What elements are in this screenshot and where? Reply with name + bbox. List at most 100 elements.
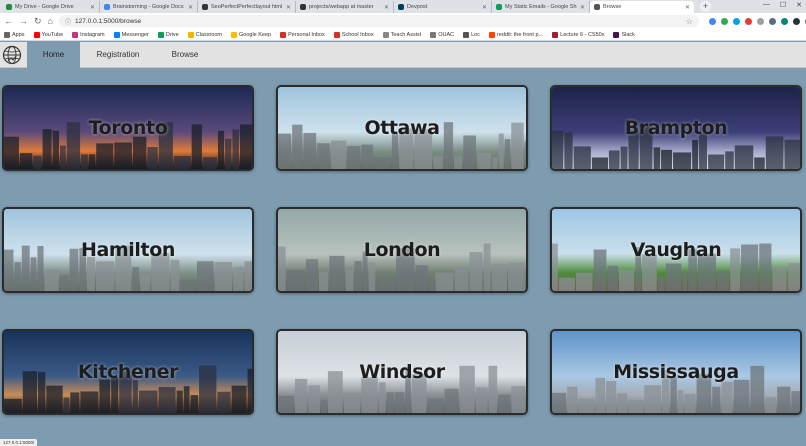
- city-name: Toronto: [88, 117, 168, 139]
- tab-close-icon[interactable]: ✕: [286, 4, 291, 11]
- city-name: Windsor: [359, 361, 445, 383]
- browser-tab-strip: My Drive - Google Drive ✕ Brainstorming -…: [0, 0, 806, 13]
- city-card-ottawa[interactable]: Ottawa: [276, 85, 528, 171]
- city-name: Vaughan: [630, 239, 722, 261]
- browser-status-bar: 127.0.0.1:5000/: [0, 439, 38, 446]
- city-name: Mississauga: [613, 361, 739, 383]
- bookmark-teach-assist[interactable]: Teach Assist: [382, 31, 421, 38]
- bookmark-cs50[interactable]: Lecture 6 - CS50x: [552, 31, 604, 38]
- bookmark-youtube[interactable]: YouTube: [33, 31, 63, 38]
- city-card-mississauga[interactable]: Mississauga: [550, 329, 802, 415]
- city-card-london[interactable]: London: [276, 207, 528, 293]
- tab-favicon-icon: [300, 4, 306, 10]
- city-name: London: [363, 239, 441, 261]
- tab-title: My Drive - Google Drive: [15, 4, 74, 10]
- youtube-icon: [33, 31, 40, 38]
- city-card-kitchener[interactable]: Kitchener: [2, 329, 254, 415]
- gmail-icon: [280, 31, 287, 38]
- browser-tab-active[interactable]: Browse ✕: [590, 1, 694, 13]
- browser-tab[interactable]: My Static Emails - Google Sh ✕: [492, 1, 590, 13]
- tab-close-icon[interactable]: ✕: [482, 4, 487, 11]
- bookmark-reddit[interactable]: reddit: the front p...: [488, 31, 543, 38]
- nav-link-home[interactable]: Home: [27, 42, 80, 68]
- nav-link-browse[interactable]: Browse: [160, 42, 210, 68]
- bookmark-slack[interactable]: Slack: [613, 31, 635, 38]
- bookmark-loc[interactable]: Loc: [463, 31, 480, 38]
- tab-favicon-icon: [6, 4, 12, 10]
- bookmark-drive[interactable]: Drive: [157, 31, 179, 38]
- site-navbar: Home Registration Browse: [0, 42, 806, 68]
- extension-icon[interactable]: [732, 17, 740, 25]
- bookmark-google-keep[interactable]: Google Keep: [231, 31, 271, 38]
- tab-favicon-icon: [104, 4, 110, 10]
- bookmark-instagram[interactable]: Instagram: [72, 31, 105, 38]
- apps-grid-icon: [4, 31, 10, 38]
- back-arrow-icon[interactable]: ←: [4, 15, 13, 27]
- extension-icon[interactable]: [792, 17, 800, 25]
- address-bar[interactable]: ⓘ 127.0.0.1:5000/browse ☆: [58, 15, 699, 27]
- tab-title: My Static Emails - Google Sh: [505, 4, 577, 10]
- tab-favicon-icon: [496, 4, 502, 10]
- globe-icon: [430, 31, 437, 38]
- drive-icon: [157, 31, 164, 38]
- browser-tab[interactable]: Brainstorming - Google Docs ✕: [100, 1, 198, 13]
- reload-icon[interactable]: ↻: [34, 15, 42, 27]
- browser-tab[interactable]: My Drive - Google Drive ✕: [2, 1, 100, 13]
- tab-close-icon[interactable]: ✕: [384, 4, 389, 11]
- maximize-icon[interactable]: ☐: [780, 1, 786, 9]
- extension-icon[interactable]: [756, 17, 764, 25]
- bookmark-star-icon[interactable]: ☆: [686, 17, 693, 26]
- browser-tab[interactable]: projects/webapp at master ✕: [296, 1, 394, 13]
- extension-icon[interactable]: [780, 17, 788, 25]
- browser-tab[interactable]: SeoPerfectPerfectlayout html ✕: [198, 1, 296, 13]
- city-name: Hamilton: [80, 239, 175, 261]
- forward-arrow-icon[interactable]: →: [19, 15, 28, 27]
- bookmark-classroom[interactable]: Classroom: [187, 31, 222, 38]
- instagram-icon: [72, 31, 79, 38]
- tab-title: Devpost: [407, 4, 428, 10]
- city-card-brampton[interactable]: Brampton: [550, 85, 802, 171]
- extension-icon[interactable]: [744, 17, 752, 25]
- extension-icon[interactable]: [768, 17, 776, 25]
- browser-toolbar: ← → ↻ ⌂ ⓘ 127.0.0.1:5000/browse ☆ ⋮: [0, 13, 806, 29]
- tab-favicon-icon: [398, 4, 404, 10]
- tab-favicon-icon: [594, 4, 600, 10]
- tab-close-icon[interactable]: ✕: [580, 4, 585, 11]
- extension-icon[interactable]: [720, 17, 728, 25]
- classroom-icon: [187, 31, 194, 38]
- tab-close-icon[interactable]: ✕: [188, 4, 193, 11]
- page-icon: [382, 31, 389, 38]
- keep-icon: [231, 31, 237, 38]
- city-card-windsor[interactable]: Windsor: [276, 329, 528, 415]
- bookmark-school-inbox[interactable]: School Inbox: [333, 31, 374, 38]
- city-card-hamilton[interactable]: Hamilton: [2, 207, 254, 293]
- home-icon[interactable]: ⌂: [48, 15, 53, 27]
- tab-title: SeoPerfectPerfectlayout html: [211, 4, 283, 10]
- new-tab-icon[interactable]: +: [700, 1, 711, 12]
- city-card-vaughan[interactable]: Vaughan: [550, 207, 802, 293]
- gmail-icon: [333, 31, 340, 38]
- tab-close-icon[interactable]: ✕: [685, 4, 690, 11]
- window-close-icon[interactable]: ✕: [796, 1, 802, 9]
- address-url[interactable]: 127.0.0.1:5000/browse: [75, 18, 682, 25]
- bookmark-personal-inbox[interactable]: Personal Inbox: [280, 31, 325, 38]
- tab-close-icon[interactable]: ✕: [90, 4, 95, 11]
- tab-title: projects/webapp at master: [309, 4, 374, 10]
- city-name: Kitchener: [77, 361, 179, 383]
- tab-title: Brainstorming - Google Docs: [113, 4, 184, 10]
- bookmark-messenger[interactable]: Messenger: [113, 31, 149, 38]
- bookmarks-bar: Apps YouTube Instagram Messenger Drive C…: [0, 29, 806, 41]
- bookmark-ouac[interactable]: OUAC: [430, 31, 454, 38]
- tab-favicon-icon: [202, 4, 208, 10]
- extension-icon[interactable]: [708, 17, 716, 25]
- site-info-icon[interactable]: ⓘ: [65, 17, 71, 26]
- browser-tab[interactable]: Devpost ✕: [394, 1, 492, 13]
- nav-link-registration[interactable]: Registration: [88, 42, 148, 68]
- minimize-icon[interactable]: —: [763, 1, 770, 9]
- bookmark-apps[interactable]: Apps: [4, 31, 25, 38]
- globe-logo-icon[interactable]: [2, 45, 22, 65]
- city-card-toronto[interactable]: Toronto: [2, 85, 254, 171]
- harvard-shield-icon: [552, 31, 559, 38]
- city-name: Ottawa: [364, 117, 440, 139]
- slack-icon: [613, 31, 620, 38]
